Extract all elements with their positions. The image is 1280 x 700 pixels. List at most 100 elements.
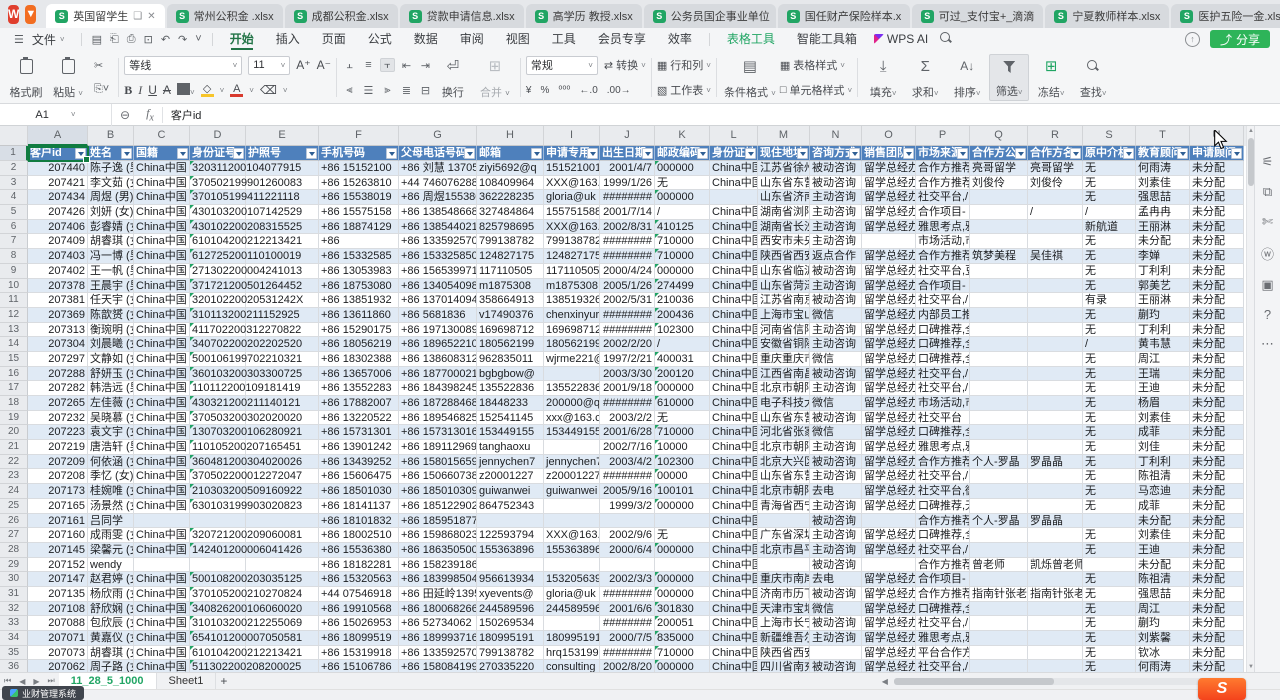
cell-M10[interactable]: 山东省菏泽 xyxy=(758,279,810,294)
cell-N23[interactable]: 主动咨询 xyxy=(810,469,862,484)
cell-G3[interactable]: +44 7460762888 xyxy=(399,176,477,191)
col-header-N[interactable]: N xyxy=(810,126,862,146)
cell-A32[interactable]: 207108 xyxy=(28,602,88,617)
cell-M12[interactable]: 上海市宝山 xyxy=(758,308,810,323)
cell-K22[interactable]: 102300 xyxy=(655,455,710,470)
cell-L19[interactable]: China中国 xyxy=(710,411,758,426)
cell-D18[interactable]: 430321200211140121 xyxy=(190,396,246,411)
cell-N17[interactable]: 主动咨询 xyxy=(810,381,862,396)
cell-Q8[interactable]: 筑梦美程 xyxy=(970,249,1028,264)
cell-B17[interactable]: 韩浩远 (男) xyxy=(88,381,134,396)
cell-C6[interactable]: China中国 xyxy=(134,220,190,235)
clear-format-button[interactable]: ⌫ xyxy=(260,83,277,97)
cell-D13[interactable]: 411702200312270822 xyxy=(190,323,246,338)
prev-sheet-icon[interactable]: ◀ xyxy=(15,677,29,686)
number-token-2[interactable]: ⁰⁰⁰ xyxy=(558,85,570,96)
menu-开始[interactable]: 开始 xyxy=(219,28,265,50)
cell-R6[interactable] xyxy=(1028,220,1083,235)
cell-A10[interactable]: 207378 xyxy=(28,279,88,294)
cell-R36[interactable] xyxy=(1028,660,1083,672)
cell-J3[interactable]: 1999/1/26 xyxy=(600,176,655,191)
cell-O4[interactable]: 留学总经办 xyxy=(862,190,916,205)
redo-icon[interactable]: ↷ xyxy=(174,33,191,46)
next-sheet-icon[interactable]: ▶ xyxy=(29,677,43,686)
cell-M26[interactable] xyxy=(758,514,810,529)
cell-U28[interactable]: 未分配 xyxy=(1190,543,1244,558)
cell-Q33[interactable] xyxy=(970,616,1028,631)
cell-G4[interactable]: +86 周煜155380 xyxy=(399,190,477,205)
cell-S34[interactable]: 无 xyxy=(1083,631,1136,646)
cell-I25[interactable] xyxy=(544,499,600,514)
menu-会员专享[interactable]: 会员专享 xyxy=(587,28,657,50)
cell-O25[interactable]: 留学总经办 xyxy=(862,499,916,514)
cell-B10[interactable]: 王晨宇 (男) xyxy=(88,279,134,294)
cell-G30[interactable]: +86 1839985047 xyxy=(399,572,477,587)
cell-O31[interactable]: 留学总经办 xyxy=(862,587,916,602)
cell-I28[interactable]: 155363896 xyxy=(544,543,600,558)
cell-K20[interactable]: 710000 xyxy=(655,425,710,440)
cell-C23[interactable]: China中国 xyxy=(134,469,190,484)
cell-K30[interactable]: 000000 xyxy=(655,572,710,587)
cell-R26[interactable]: 罗晶晶 xyxy=(1028,514,1083,529)
cell-G20[interactable]: +86 1573130169 xyxy=(399,425,477,440)
cell-G12[interactable]: +86 5681836 xyxy=(399,308,477,323)
cell-P35[interactable]: 平台合作方 xyxy=(916,646,970,661)
cell-L35[interactable]: China中国 xyxy=(710,646,758,661)
cell-R5[interactable]: / xyxy=(1028,205,1083,220)
cell-H20[interactable]: 153449155 xyxy=(477,425,544,440)
cell-H22[interactable]: jennychen7 xyxy=(477,455,544,470)
cell-R16[interactable] xyxy=(1028,367,1083,382)
cell-T8[interactable]: 李婵 xyxy=(1136,249,1190,264)
cell-C10[interactable]: China中国 xyxy=(134,279,190,294)
sum-button[interactable]: Σ求和˅ xyxy=(905,54,945,101)
cell-L7[interactable]: China中国 xyxy=(710,234,758,249)
cell-O34[interactable]: 留学总经办 xyxy=(862,631,916,646)
cell-A36[interactable]: 207062 xyxy=(28,660,88,672)
cell-D9[interactable]: 271302200004241013 xyxy=(190,264,246,279)
cell-D14[interactable]: 340702200202202520 xyxy=(190,337,246,352)
cell-S14[interactable]: / xyxy=(1083,337,1136,352)
cell-J6[interactable]: 2002/8/31 xyxy=(600,220,655,235)
cell-B20[interactable]: 袁文宇 (女) xyxy=(88,425,134,440)
font-size-select[interactable]: 11˅ xyxy=(248,56,290,75)
cell-F30[interactable]: +86 15320563 xyxy=(319,572,399,587)
cell-N21[interactable]: 主动咨询 xyxy=(810,440,862,455)
cell-I2[interactable]: 151521001 xyxy=(544,161,600,176)
cell-H4[interactable]: 362228235 xyxy=(477,190,544,205)
cell-H13[interactable]: 169698712 xyxy=(477,323,544,338)
cell-J33[interactable]: ######## xyxy=(600,616,655,631)
collapse-icon[interactable]: ⊖ xyxy=(112,108,138,122)
cell-B32[interactable]: 舒欣娴 (女) xyxy=(88,602,134,617)
cell-L6[interactable]: China中国 xyxy=(710,220,758,235)
filter-button[interactable]: 筛选˅ xyxy=(989,54,1029,101)
col-header-A[interactable]: A xyxy=(28,126,88,146)
cell-G16[interactable]: +86 1877000215 xyxy=(399,367,477,382)
cell-D22[interactable]: 360481200304020026 xyxy=(190,455,246,470)
cell-A23[interactable]: 207208 xyxy=(28,469,88,484)
cell-R33[interactable] xyxy=(1028,616,1083,631)
cell-U17[interactable]: 未分配 xyxy=(1190,381,1244,396)
align-center-icon[interactable]: ☰ xyxy=(361,83,376,97)
cell-H27[interactable]: 122593794 xyxy=(477,528,544,543)
file-tab-2[interactable]: S成都公积金.xlsx xyxy=(285,4,398,28)
cell-F33[interactable]: +86 15026953 xyxy=(319,616,399,631)
header-cell-Q1[interactable]: 合作方公 xyxy=(970,146,1028,161)
cell-G18[interactable]: +86 1872884680 xyxy=(399,396,477,411)
cell-S21[interactable]: 无 xyxy=(1083,440,1136,455)
row-header-4[interactable]: 4 xyxy=(0,190,28,205)
cell-F31[interactable]: +44 07546918 xyxy=(319,587,399,602)
number-token-0[interactable]: ¥ xyxy=(526,85,532,96)
frame-icon[interactable]: ▣ xyxy=(1261,277,1273,293)
cell-M33[interactable]: 上海市长宁 xyxy=(758,616,810,631)
cell-J22[interactable]: 2003/4/2 xyxy=(600,455,655,470)
cell-P15[interactable]: 口碑推荐,全 xyxy=(916,352,970,367)
cell-F17[interactable]: +86 13552283 xyxy=(319,381,399,396)
cell-A18[interactable]: 207265 xyxy=(28,396,88,411)
cell-S5[interactable]: / xyxy=(1083,205,1136,220)
search-icon[interactable] xyxy=(936,32,956,47)
cell-H17[interactable]: 135522836 xyxy=(477,381,544,396)
cell-P32[interactable]: 口碑推荐,全 xyxy=(916,602,970,617)
cell-M3[interactable]: 山东省东营 xyxy=(758,176,810,191)
cell-U29[interactable]: 未分配 xyxy=(1190,558,1244,573)
cell-U35[interactable]: 未分配 xyxy=(1190,646,1244,661)
